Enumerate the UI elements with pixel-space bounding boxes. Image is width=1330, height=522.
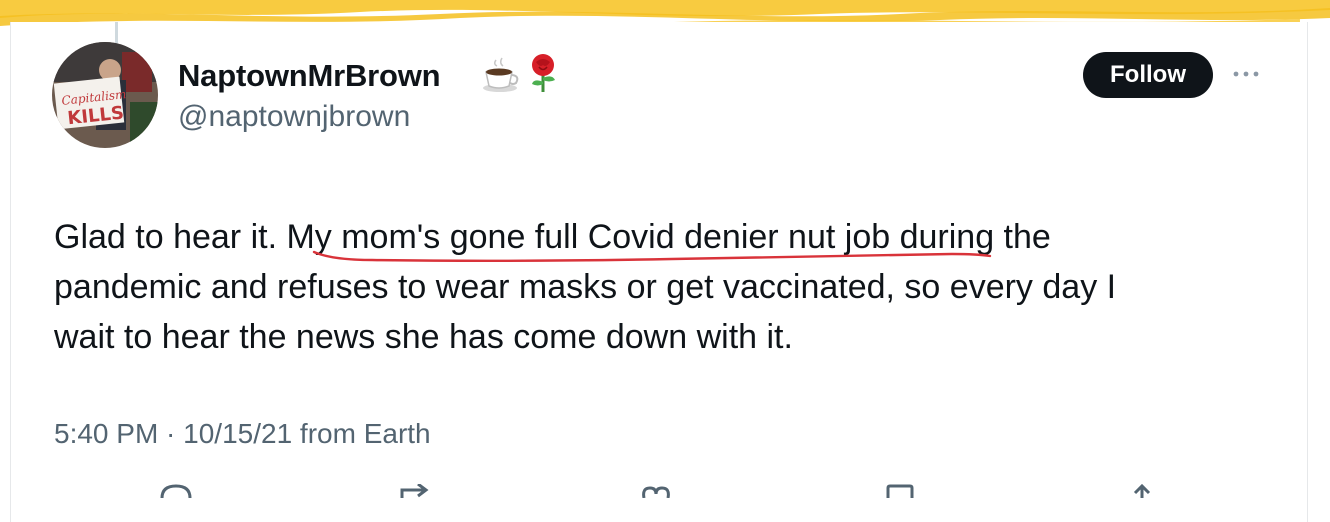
avatar[interactable]: Capitalism KILLS bbox=[52, 42, 158, 148]
reply-icon[interactable] bbox=[156, 484, 196, 498]
action-bar bbox=[0, 484, 1330, 498]
avatar-photo: Capitalism KILLS bbox=[52, 42, 158, 148]
share-icon[interactable] bbox=[1122, 484, 1162, 498]
tweet-text-pre: Glad to hear it. bbox=[54, 218, 287, 256]
tweet-line-3: wait to hear the news she has come down … bbox=[54, 318, 793, 356]
tweet-timestamp[interactable]: 5:40 PM · 10/15/21 from Earth bbox=[54, 418, 431, 450]
follow-button[interactable]: Follow bbox=[1083, 52, 1213, 98]
coffee-icon bbox=[483, 57, 519, 92]
retweet-icon[interactable] bbox=[396, 484, 436, 498]
tweet-line-2: pandemic and refuses to wear masks or ge… bbox=[54, 268, 1117, 306]
tweet-text-post: during the bbox=[890, 218, 1051, 256]
tweet-text-underlined: My mom's gone full Covid denier nut job bbox=[286, 218, 891, 256]
display-name[interactable]: NaptownMrBrown bbox=[178, 58, 441, 94]
like-icon[interactable] bbox=[636, 484, 676, 498]
bookmark-icon[interactable] bbox=[880, 484, 920, 498]
more-options-icon[interactable] bbox=[1230, 64, 1262, 84]
tweet-line-1: Glad to hear it. My mom's gone full Covi… bbox=[54, 212, 1284, 262]
rose-icon bbox=[532, 54, 555, 92]
tweet-body: Glad to hear it. My mom's gone full Covi… bbox=[54, 212, 1284, 362]
user-handle[interactable]: @naptownjbrown bbox=[178, 100, 410, 134]
